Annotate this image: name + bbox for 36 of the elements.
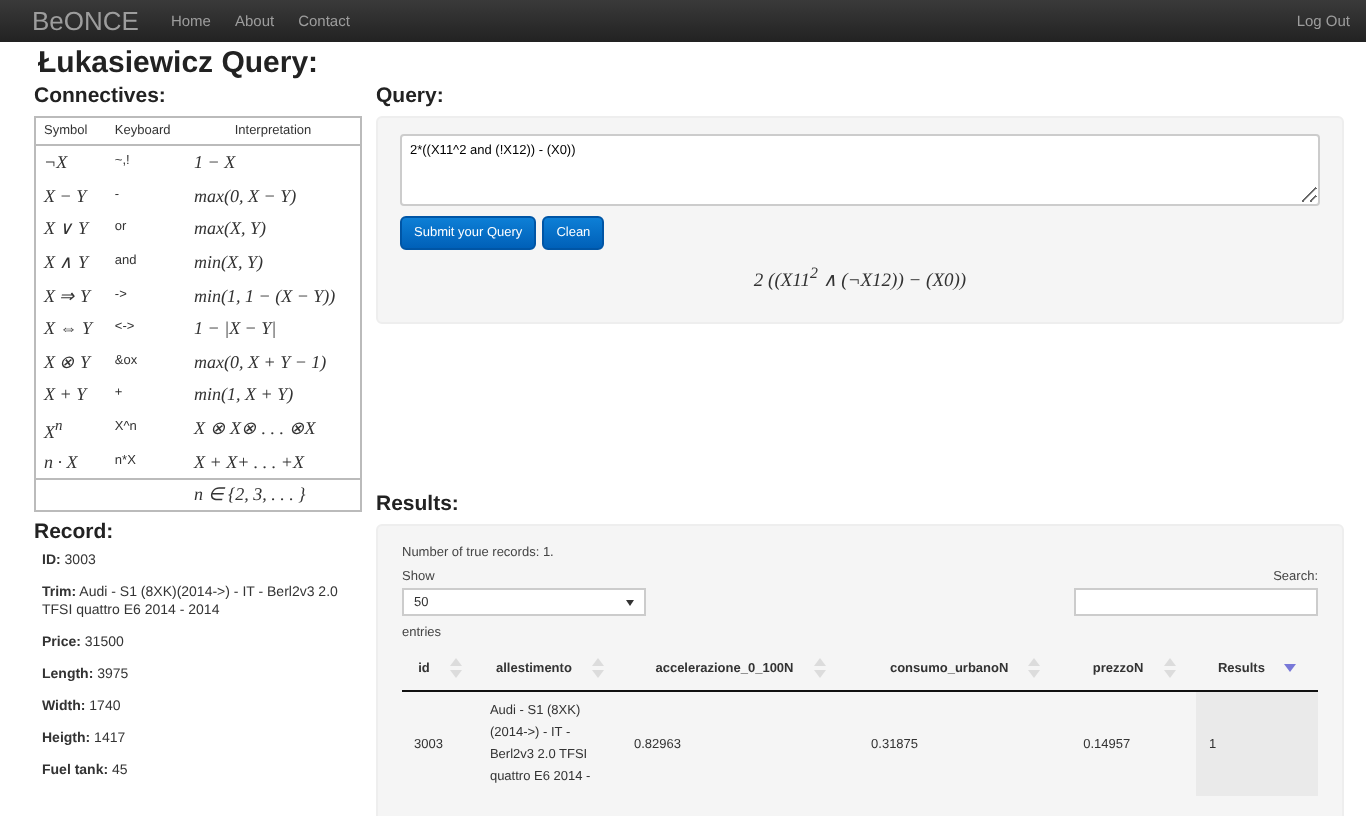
table-cell: X$^{n}$ bbox=[35, 411, 107, 445]
table-cell: 1 − |X − Y| bbox=[186, 311, 361, 346]
table-cell: max(0, X − Y) bbox=[186, 179, 361, 213]
table-cell: n · X bbox=[35, 444, 107, 479]
caret-icon bbox=[626, 599, 634, 605]
search-field[interactable] bbox=[1074, 588, 1318, 616]
sort-icon bbox=[1163, 658, 1176, 678]
table-cell: X + Y bbox=[35, 378, 107, 412]
page-title: Łukasiewicz Query: bbox=[38, 48, 321, 80]
query-formula: 2 ((X11$^{2}$ ∧ (¬X12)) − (X0)) bbox=[751, 264, 969, 293]
sort-icon bbox=[813, 658, 826, 678]
table-cell: min(1, 1 − (X − Y)) bbox=[186, 278, 361, 312]
table-cell: ¬X bbox=[35, 145, 107, 180]
table-cell: X ⇔ Y bbox=[35, 311, 107, 346]
section-heading: Results: bbox=[376, 492, 461, 516]
table-cell: X ∨ Y bbox=[35, 212, 107, 246]
section-heading: Query: bbox=[376, 84, 446, 108]
table-cell: min(X, Y) bbox=[186, 245, 361, 279]
table-cell: max(0, X + Y − 1) bbox=[186, 345, 361, 379]
table-cell: X − Y bbox=[35, 179, 107, 213]
section-heading: Connectives: bbox=[34, 84, 168, 108]
sort-icon bbox=[591, 658, 604, 678]
table-cell: 1 − X bbox=[186, 145, 361, 180]
table-cell: max(X, Y) bbox=[186, 212, 361, 246]
sort-icon bbox=[1028, 658, 1041, 678]
table-cell: X ⊗ X⊗ . . . ⊗X bbox=[186, 411, 361, 445]
table-cell: min(1, X + Y) bbox=[186, 378, 361, 412]
table-cell: n ∈ {2, 3, . . . } bbox=[186, 478, 361, 511]
table-cell: X ⊗ Y bbox=[35, 345, 107, 379]
table-cell: X + X+ . . . +X bbox=[186, 444, 361, 479]
section-heading: Record: bbox=[34, 519, 116, 544]
sort-icon bbox=[449, 658, 462, 678]
sort-descending-icon bbox=[1284, 662, 1297, 674]
table-cell: X ∧ Y bbox=[35, 245, 107, 279]
table-cell: X ⇒ Y bbox=[35, 278, 107, 312]
brand-logo[interactable]: BeONCE bbox=[32, 6, 139, 36]
